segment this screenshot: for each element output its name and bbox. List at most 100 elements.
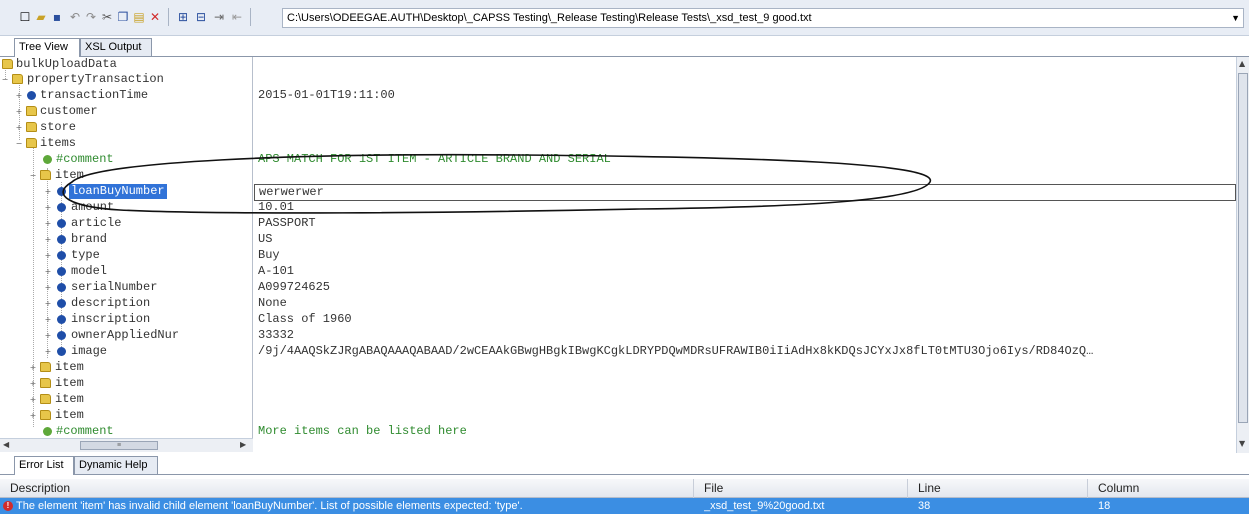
copy-icon[interactable]: ❐ xyxy=(116,10,130,24)
xml-tree-view: bulkUploadData − propertyTransaction + t… xyxy=(0,56,1249,453)
element-icon xyxy=(57,187,66,196)
element-icon xyxy=(57,251,66,260)
vertical-scrollbar[interactable]: ▲ ▼ xyxy=(1236,57,1249,453)
expand-toggle-icon[interactable]: + xyxy=(15,124,23,132)
expand-toggle-icon[interactable]: + xyxy=(29,380,37,388)
expand-toggle-icon[interactable]: + xyxy=(44,204,52,212)
collapse-toggle-icon[interactable]: − xyxy=(29,172,37,180)
expand-toggle-icon[interactable]: + xyxy=(15,92,23,100)
tab-tree-view[interactable]: Tree View xyxy=(14,38,80,57)
collapse-icon[interactable]: ⊟ xyxy=(194,10,208,24)
column-header-line[interactable]: Line xyxy=(908,479,1088,498)
value-cell[interactable]: US xyxy=(258,232,272,247)
chevron-down-icon[interactable]: ▼ xyxy=(1231,9,1240,27)
expand-toggle-icon[interactable]: + xyxy=(44,188,52,196)
tree-pane: bulkUploadData − propertyTransaction + t… xyxy=(0,57,253,438)
folder-icon xyxy=(40,170,51,180)
tree-line xyxy=(47,168,48,358)
open-icon[interactable]: ▰ xyxy=(34,10,48,24)
paste-icon[interactable]: ▤ xyxy=(132,10,146,24)
column-header-file[interactable]: File xyxy=(694,479,908,498)
tab-dynamic-help[interactable]: Dynamic Help xyxy=(74,456,158,475)
element-icon xyxy=(57,315,66,324)
value-cell[interactable]: 2015-01-01T19:11:00 xyxy=(258,88,395,103)
error-column: 18 xyxy=(1098,500,1111,512)
column-header-description[interactable]: Description xyxy=(0,479,694,498)
expand-toggle-icon[interactable]: + xyxy=(44,220,52,228)
column-header-column[interactable]: Column xyxy=(1088,479,1249,498)
expand-toggle-icon[interactable]: + xyxy=(29,412,37,420)
toolbar-separator xyxy=(250,8,251,26)
folder-icon xyxy=(40,378,51,388)
new-icon[interactable]: ☐ xyxy=(18,10,32,24)
folder-icon xyxy=(26,106,37,116)
value-cell[interactable]: /9j/4AAQSkZJRgABAQAAAQABAAD/2wCEAAkGBwgH… xyxy=(258,344,1230,359)
undo-icon[interactable]: ↶ xyxy=(68,10,82,24)
value-cell[interactable]: A099724625 xyxy=(258,280,330,295)
comment-icon xyxy=(43,155,52,164)
expand-toggle-icon[interactable]: + xyxy=(44,236,52,244)
folder-icon xyxy=(12,74,23,84)
collapse-toggle-icon[interactable]: − xyxy=(1,76,9,84)
value-cell[interactable]: APS MATCH FOR 1ST ITEM - ARTICLE BRAND A… xyxy=(258,152,611,167)
expand-toggle-icon[interactable]: + xyxy=(44,316,52,324)
file-path-combo[interactable]: C:\Users\ODEEGAE.AUTH\Desktop\_CAPSS Tes… xyxy=(282,8,1244,28)
error-line: 38 xyxy=(918,500,931,512)
value-edit-field[interactable]: werwerwer xyxy=(254,184,1236,201)
element-icon xyxy=(57,331,66,340)
scroll-left-icon[interactable]: ◀ xyxy=(3,440,9,449)
tab-xsl-output[interactable]: XSL Output xyxy=(80,38,152,57)
scrollbar-thumb[interactable] xyxy=(1238,73,1248,423)
expand-icon[interactable]: ⊞ xyxy=(176,10,190,24)
collapse-toggle-icon[interactable]: − xyxy=(15,140,23,148)
error-icon: ! xyxy=(3,501,13,511)
indent-icon[interactable]: ⇥ xyxy=(212,10,226,24)
value-cell[interactable]: Buy xyxy=(258,248,280,263)
file-path-text: C:\Users\ODEEGAE.AUTH\Desktop\_CAPSS Tes… xyxy=(287,12,812,24)
element-icon xyxy=(57,267,66,276)
scrollbar-thumb[interactable]: ≡ xyxy=(80,441,158,450)
expand-toggle-icon[interactable]: + xyxy=(44,268,52,276)
expand-toggle-icon[interactable]: + xyxy=(44,284,52,292)
folder-icon xyxy=(26,122,37,132)
expand-toggle-icon[interactable]: + xyxy=(29,396,37,404)
delete-icon[interactable]: ✕ xyxy=(148,10,162,24)
value-cell[interactable]: PASSPORT xyxy=(258,216,316,231)
outdent-icon[interactable]: ⇤ xyxy=(230,10,244,24)
folder-icon xyxy=(40,394,51,404)
value-cell[interactable]: A-101 xyxy=(258,264,294,279)
cut-icon[interactable]: ✂ xyxy=(100,10,114,24)
element-icon xyxy=(27,91,36,100)
value-cell[interactable]: 10.01 xyxy=(258,200,294,215)
expand-toggle-icon[interactable]: + xyxy=(44,332,52,340)
expand-toggle-icon[interactable]: + xyxy=(44,348,52,356)
toolbar-separator xyxy=(168,8,169,26)
scroll-up-icon[interactable]: ▲ xyxy=(1239,59,1245,68)
element-icon xyxy=(57,235,66,244)
value-cell[interactable]: 33332 xyxy=(258,328,294,343)
tab-error-list[interactable]: Error List xyxy=(14,456,74,475)
error-list-panel: Description File Line Column ! The eleme… xyxy=(0,474,1249,522)
element-icon xyxy=(57,299,66,308)
expand-toggle-icon[interactable]: + xyxy=(15,108,23,116)
value-cell[interactable]: None xyxy=(258,296,287,311)
value-cell[interactable]: More items can be listed here xyxy=(258,424,467,438)
tree-horizontal-scrollbar[interactable]: ◀ ≡ ▶ xyxy=(0,438,253,452)
scroll-right-icon[interactable]: ▶ xyxy=(240,440,246,449)
expand-toggle-icon[interactable]: + xyxy=(44,252,52,260)
folder-icon xyxy=(2,59,13,69)
comment-icon xyxy=(43,427,52,436)
expand-toggle-icon[interactable]: + xyxy=(29,364,37,372)
error-file: _xsd_test_9%20good.txt xyxy=(704,500,825,512)
toolbar: ☐ ▰ ▪ ↶ ↷ ✂ ❐ ▤ ✕ ⊞ ⊟ ⇥ ⇤ C:\Users\ODEEG… xyxy=(0,0,1249,36)
folder-icon xyxy=(40,410,51,420)
scroll-down-icon[interactable]: ▼ xyxy=(1239,439,1245,448)
value-cell[interactable]: Class of 1960 xyxy=(258,312,352,327)
folder-icon xyxy=(40,362,51,372)
error-row[interactable]: ! The element 'item' has invalid child e… xyxy=(0,498,1249,514)
expand-toggle-icon[interactable]: + xyxy=(44,300,52,308)
error-description: The element 'item' has invalid child ele… xyxy=(16,500,523,512)
redo-icon[interactable]: ↷ xyxy=(84,10,98,24)
save-icon[interactable]: ▪ xyxy=(50,10,64,24)
folder-icon xyxy=(26,138,37,148)
